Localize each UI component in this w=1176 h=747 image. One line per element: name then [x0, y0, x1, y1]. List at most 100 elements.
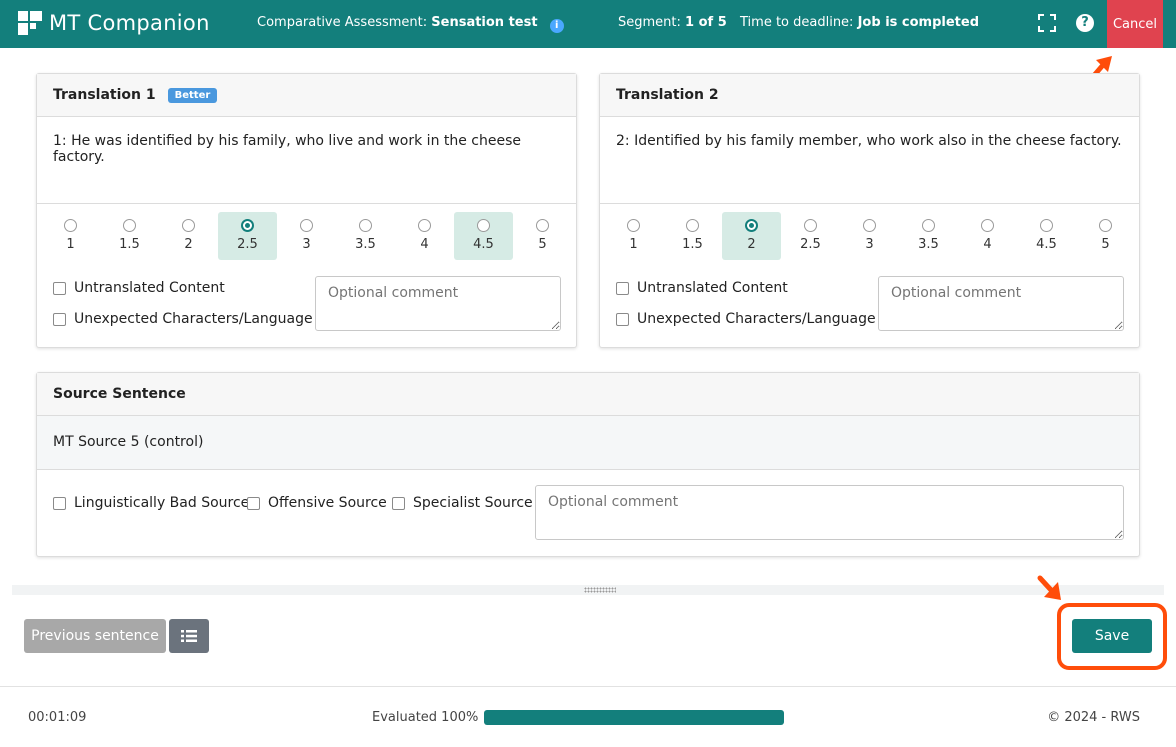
segment-list-button[interactable] [169, 619, 209, 653]
translation-title: Translation 2 [616, 87, 719, 103]
radio-button[interactable] [627, 219, 640, 232]
linguistically-bad-source-check[interactable]: Linguistically Bad Source [53, 495, 249, 511]
rating-label: 4 [983, 237, 992, 252]
rating-label: 4 [420, 237, 429, 252]
app-logo: MT Companion [18, 11, 210, 35]
radio-button[interactable] [300, 219, 313, 232]
rating-option[interactable]: 1.5 [663, 212, 722, 260]
radio-button[interactable] [64, 219, 77, 232]
rating-option[interactable]: 2.5 [781, 212, 840, 260]
deadline-value: Job is completed [857, 15, 980, 30]
rating-label: 3.5 [355, 237, 376, 252]
radio-button[interactable] [359, 219, 372, 232]
rating-option[interactable]: 4.5 [1017, 212, 1076, 260]
rating-option[interactable]: 2 [159, 212, 218, 260]
rating-option[interactable]: 3.5 [336, 212, 395, 260]
save-button[interactable]: Save [1072, 619, 1152, 653]
logo-icon [18, 11, 42, 35]
rating-label: 1.5 [682, 237, 703, 252]
rating-label: 5 [538, 237, 547, 252]
radio-button[interactable] [745, 219, 758, 232]
rating-label: 2 [747, 237, 756, 252]
cancel-button[interactable]: Cancel [1107, 0, 1163, 48]
source-card-header: Source Sentence [37, 373, 1139, 416]
checkbox[interactable] [392, 496, 405, 510]
rating-option[interactable]: 3 [840, 212, 899, 260]
better-badge: Better [167, 87, 218, 103]
rating-option[interactable]: 1 [604, 212, 663, 260]
assessment-info: Comparative Assessment: Sensation test i [257, 15, 564, 33]
check-label: Linguistically Bad Source [74, 495, 250, 511]
radio-button[interactable] [863, 219, 876, 232]
radio-button[interactable] [477, 219, 490, 232]
app-header: MT Companion Comparative Assessment: Sen… [0, 0, 1176, 48]
previous-sentence-button[interactable]: Previous sentence [24, 619, 166, 653]
radio-button[interactable] [1040, 219, 1053, 232]
untranslated-content-check[interactable]: Untranslated Content [53, 280, 225, 296]
source-comment-input[interactable] [535, 485, 1124, 540]
rating-option[interactable]: 1.5 [100, 212, 159, 260]
rating-option[interactable]: 2 [722, 212, 781, 260]
rating-label: 1 [629, 237, 638, 252]
unexpected-characters-check[interactable]: Unexpected Characters/Language [616, 311, 876, 327]
translation-card-1: Translation 1 Better 1: He was identifie… [36, 73, 577, 348]
app-name: MT Companion [49, 11, 210, 35]
rating-label: 2 [184, 237, 193, 252]
rating-label: 1 [66, 237, 75, 252]
checkbox[interactable] [616, 312, 629, 326]
radio-button[interactable] [536, 219, 549, 232]
annotation-arrow-icon [1037, 575, 1061, 600]
rating-label: 2.5 [237, 237, 258, 252]
specialist-source-check[interactable]: Specialist Source [392, 495, 533, 511]
radio-button[interactable] [922, 219, 935, 232]
check-label: Untranslated Content [74, 280, 225, 296]
translation-title: Translation 1 [53, 87, 156, 103]
radio-button[interactable] [418, 219, 431, 232]
rating-option[interactable]: 3 [277, 212, 336, 260]
checkbox[interactable] [53, 312, 66, 326]
resize-splitter[interactable] [12, 585, 1164, 595]
radio-button[interactable] [241, 219, 254, 232]
rating-option[interactable]: 4 [958, 212, 1017, 260]
rating-label: 5 [1101, 237, 1110, 252]
checkbox[interactable] [53, 496, 66, 510]
offensive-source-check[interactable]: Offensive Source [247, 495, 387, 511]
segment-label: Segment: [618, 15, 681, 30]
rating-option[interactable]: 4.5 [454, 212, 513, 260]
radio-button[interactable] [804, 219, 817, 232]
radio-button[interactable] [981, 219, 994, 232]
radio-button[interactable] [686, 219, 699, 232]
rating-option[interactable]: 4 [395, 212, 454, 260]
translation-card-header: Translation 2 [600, 74, 1139, 117]
segment-info: Segment: 1 of 5 [618, 15, 727, 30]
info-icon[interactable]: i [549, 19, 564, 33]
check-label: Unexpected Characters/Language [637, 311, 876, 327]
comment-input[interactable] [315, 276, 561, 331]
help-icon[interactable]: ? [1076, 14, 1094, 32]
radio-button[interactable] [182, 219, 195, 232]
rating-label: 3 [865, 237, 874, 252]
checkbox[interactable] [247, 496, 260, 510]
rating-label: 1.5 [119, 237, 140, 252]
rating-option[interactable]: 2.5 [218, 212, 277, 260]
rating-option[interactable]: 1 [41, 212, 100, 260]
translation-text: 2: Identified by his family member, who … [600, 117, 1139, 204]
translation-card-2: Translation 2 2: Identified by his famil… [599, 73, 1140, 348]
rating-option[interactable]: 5 [513, 212, 572, 260]
check-label: Specialist Source [413, 495, 533, 511]
checkbox[interactable] [53, 281, 66, 295]
checkbox[interactable] [616, 281, 629, 295]
rating-option[interactable]: 3.5 [899, 212, 958, 260]
progress-fill [484, 710, 784, 725]
rating-scale: 1 1.5 2 2.5 3 3.5 4 4.5 5 [37, 204, 576, 268]
rating-option[interactable]: 5 [1076, 212, 1135, 260]
fullscreen-icon[interactable] [1038, 14, 1056, 32]
grip-icon[interactable] [584, 587, 616, 593]
unexpected-characters-check[interactable]: Unexpected Characters/Language [53, 311, 313, 327]
radio-button[interactable] [1099, 219, 1112, 232]
untranslated-content-check[interactable]: Untranslated Content [616, 280, 788, 296]
comment-input[interactable] [878, 276, 1124, 331]
radio-button[interactable] [123, 219, 136, 232]
list-icon [181, 630, 197, 642]
translation-card-header: Translation 1 Better [37, 74, 576, 117]
